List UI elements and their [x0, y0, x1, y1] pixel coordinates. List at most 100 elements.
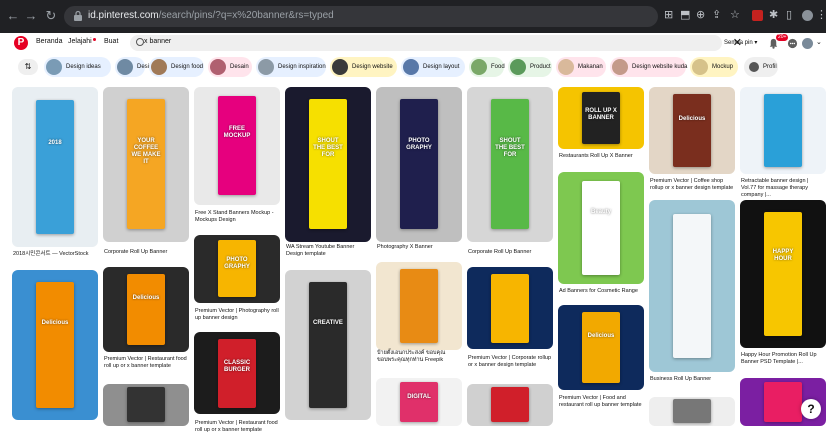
- pin-card[interactable]: ROLL UP X BANNER: [558, 87, 644, 149]
- pin-caption[interactable]: Retractable banner design | Vol.77 for m…: [741, 178, 825, 199]
- account-chevron-down-icon[interactable]: ⌄: [816, 38, 822, 46]
- pinterest-header: P Beranda Jelajahi Buat x banner ✕ Semua…: [0, 33, 826, 53]
- chip-label: Design food: [171, 64, 204, 70]
- banner-text: Delicious: [678, 116, 706, 122]
- pin-card[interactable]: DIGITAL: [376, 378, 462, 426]
- pin-card[interactable]: Delicious: [103, 267, 189, 352]
- chip-thumbnail: [403, 59, 419, 75]
- pin-caption[interactable]: Premium Vector | Corporate rollup or x b…: [468, 355, 552, 369]
- pin-caption[interactable]: 2018시민콘서트 — VectorStock: [13, 251, 97, 258]
- pin-card[interactable]: SHOUT THE BEST FOR: [285, 87, 371, 242]
- translate-icon[interactable]: ⊞: [664, 8, 673, 22]
- forward-arrow-icon[interactable]: →: [24, 9, 38, 23]
- pin-caption[interactable]: Corporate Roll Up Banner: [468, 249, 552, 256]
- pin-caption[interactable]: Ad Banners for Cosmetic Range: [559, 288, 643, 295]
- chip-label: Design website: [352, 64, 393, 70]
- pin-card[interactable]: 2018: [12, 87, 98, 247]
- filter-chip-bar: ⇅ Design ideas Design Design food Desain Des…: [0, 57, 826, 79]
- pin-caption[interactable]: Restaurants Roll Up X Banner: [559, 153, 643, 160]
- pin-card[interactable]: PHOTO GRAPHY: [194, 235, 280, 303]
- search-chip[interactable]: Design food: [149, 57, 204, 77]
- search-input[interactable]: x banner ✕: [130, 35, 742, 51]
- search-chip[interactable]: Profil: [744, 57, 778, 77]
- banner-text: ROLL UP X BANNER: [585, 108, 617, 121]
- banner-graphic: CREATIVE: [309, 282, 347, 408]
- puzzle-icon[interactable]: ✱: [769, 8, 778, 22]
- pin-card[interactable]: [649, 397, 735, 426]
- pin-caption[interactable]: Business Roll Up Banner: [650, 376, 734, 383]
- banner-graphic: Delicious: [582, 312, 620, 383]
- pin-card[interactable]: Delicious: [558, 305, 644, 390]
- banner-graphic: [127, 387, 165, 422]
- zoom-icon[interactable]: ⊕: [696, 8, 705, 22]
- back-arrow-icon[interactable]: ←: [6, 9, 20, 23]
- pin-card[interactable]: SHOUT THE BEST FOR: [467, 87, 553, 242]
- share-icon[interactable]: ⇪: [712, 8, 721, 22]
- pin-caption[interactable]: Corporate Roll Up Banner: [104, 249, 188, 256]
- chip-thumbnail: [258, 59, 274, 75]
- user-avatar[interactable]: [802, 38, 813, 49]
- nav-buat[interactable]: Buat: [104, 38, 118, 45]
- pin-caption[interactable]: Free X Stand Banners Mockup - Mockups De…: [195, 210, 279, 224]
- pin-card[interactable]: FREE MOCKUP: [194, 87, 280, 205]
- search-chip[interactable]: Design: [115, 57, 156, 77]
- pin-card[interactable]: Delicious: [12, 270, 98, 420]
- pin-card[interactable]: HAPPY HOUR: [740, 200, 826, 348]
- address-bar[interactable]: id.pinterest.com/search/pins/?q=x%20bann…: [64, 6, 658, 27]
- pin-caption[interactable]: Premium Vector | Restaurant food roll up…: [104, 356, 188, 370]
- pin-card[interactable]: CREATIVE: [285, 270, 371, 420]
- banner-text: FREE MOCKUP: [223, 126, 251, 139]
- chip-thumbnail: [692, 59, 708, 75]
- search-chip[interactable]: Design website kuda: [610, 57, 687, 77]
- pin-card[interactable]: [376, 262, 462, 350]
- banner-text: Delicious: [587, 333, 615, 339]
- pin-caption[interactable]: Premium Vector | Food and restaurant rol…: [559, 395, 643, 409]
- messages-icon[interactable]: [787, 38, 798, 49]
- pin-card[interactable]: PHOTO GRAPHY: [376, 87, 462, 242]
- nav-beranda[interactable]: Beranda: [36, 38, 62, 45]
- search-chip[interactable]: Design layout: [401, 57, 465, 77]
- pin-caption[interactable]: WA Stream Youtube Banner Design template: [286, 244, 370, 258]
- pin-caption[interactable]: Premium Vector | Photography roll up ban…: [195, 308, 279, 322]
- pin-card[interactable]: CLASSIC BURGER: [194, 332, 280, 414]
- sidebar-icon[interactable]: ▯: [786, 8, 792, 22]
- chip-thumbnail: [471, 59, 487, 75]
- menu-dots-icon[interactable]: ⋮: [816, 8, 826, 22]
- pin-card[interactable]: Delicious: [649, 87, 735, 174]
- install-icon[interactable]: ⬒: [680, 8, 690, 22]
- pin-caption[interactable]: Photography X Banner: [377, 244, 461, 251]
- search-chip[interactable]: Design ideas: [44, 57, 111, 77]
- help-button[interactable]: ?: [801, 399, 821, 419]
- chip-label: Product: [530, 64, 551, 70]
- lock-icon: [74, 10, 82, 21]
- extension-icon[interactable]: [752, 10, 763, 21]
- nav-jelajahi[interactable]: Jelajahi: [68, 38, 96, 45]
- search-chip[interactable]: Makanan: [556, 57, 606, 77]
- search-chip[interactable]: Food: [469, 57, 505, 77]
- pin-card[interactable]: Beauty: [558, 172, 644, 284]
- search-chip[interactable]: Design website: [330, 57, 397, 77]
- profile-avatar-icon[interactable]: [802, 10, 813, 21]
- pin-caption[interactable]: Happy Hour Promotion Roll Up Banner PSD …: [741, 352, 825, 366]
- chip-label: Makanan: [578, 64, 603, 70]
- search-chip[interactable]: Desain: [208, 57, 252, 77]
- search-chip[interactable]: Design inspiration: [256, 57, 326, 77]
- pin-card[interactable]: [649, 200, 735, 372]
- pin-card[interactable]: [103, 384, 189, 426]
- pin-caption[interactable]: Premium Vector | Coffee shop rollup or x…: [650, 178, 734, 192]
- pin-card[interactable]: YOUR COFFEE WE MAKE IT: [103, 87, 189, 242]
- banner-graphic: DIGITAL: [400, 382, 438, 422]
- pin-caption[interactable]: Premium Vector | Restaurant food roll up…: [195, 420, 279, 434]
- filter-dropdown[interactable]: Semua pin ▾: [724, 39, 757, 46]
- reload-icon[interactable]: ↻: [44, 9, 58, 23]
- pinterest-logo-icon[interactable]: P: [14, 36, 28, 50]
- star-icon[interactable]: ☆: [730, 8, 740, 22]
- pin-caption[interactable]: ป้ายตั้งเอนกประสงค์ ขอบคุณ ขอบพระคุณทุกท…: [377, 350, 461, 364]
- chip-label: Profil: [763, 64, 777, 70]
- pin-card[interactable]: [467, 384, 553, 426]
- pin-card[interactable]: [467, 267, 553, 349]
- search-chip[interactable]: Mockup: [690, 57, 738, 77]
- filter-sliders-icon[interactable]: ⇅: [18, 59, 38, 75]
- pin-card[interactable]: [740, 87, 826, 174]
- search-chip[interactable]: Product: [508, 57, 552, 77]
